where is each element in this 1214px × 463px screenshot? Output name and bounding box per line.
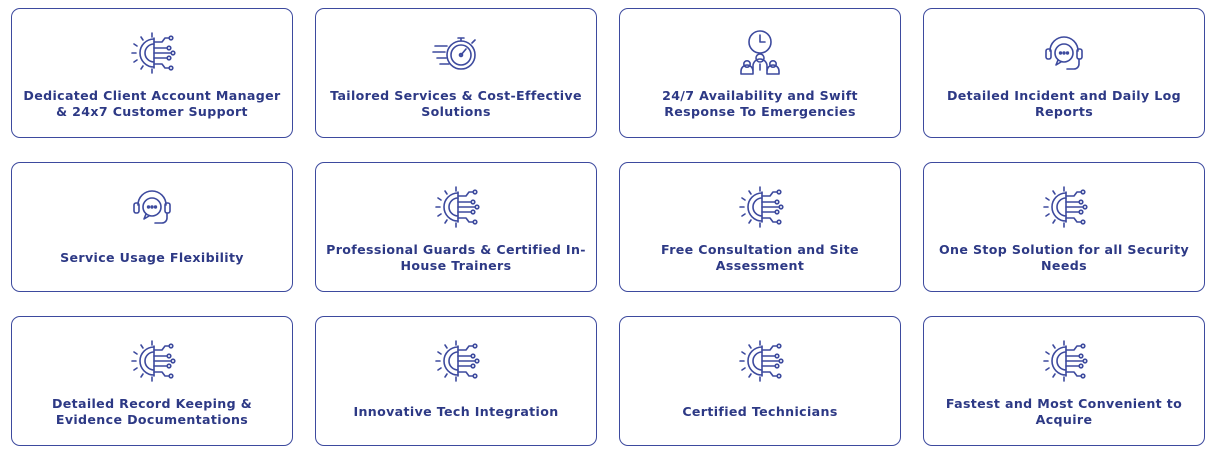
- feature-label: Innovative Tech Integration: [353, 404, 559, 419]
- circuit-gear-icon: [122, 25, 182, 81]
- feature-card[interactable]: Certified Technicians: [619, 316, 901, 446]
- feature-label: Dedicated Client Account Manager & 24x7 …: [23, 88, 281, 119]
- circuit-gear-icon: [1034, 333, 1094, 389]
- feature-card[interactable]: Tailored Services & Cost-Effective Solut…: [315, 8, 597, 138]
- circuit-gear-icon: [730, 333, 790, 389]
- features-grid: Dedicated Client Account Manager & 24x7 …: [0, 0, 1214, 463]
- clock-team-icon: [730, 25, 790, 81]
- circuit-gear-icon: [426, 179, 486, 235]
- feature-card[interactable]: Professional Guards & Certified In-House…: [315, 162, 597, 292]
- feature-card[interactable]: Detailed Record Keeping & Evidence Docum…: [11, 316, 293, 446]
- feature-label: Free Consultation and Site Assessment: [661, 242, 859, 273]
- feature-label: 24/7 Availability and Swift Response To …: [662, 88, 858, 119]
- feature-label: One Stop Solution for all Security Needs: [938, 242, 1190, 273]
- feature-card[interactable]: Free Consultation and Site Assessment: [619, 162, 901, 292]
- feature-label: Service Usage Flexibility: [60, 250, 244, 265]
- feature-label: Professional Guards & Certified In-House…: [326, 242, 586, 273]
- feature-label: Tailored Services & Cost-Effective Solut…: [330, 88, 582, 119]
- feature-card[interactable]: Dedicated Client Account Manager & 24x7 …: [11, 8, 293, 138]
- feature-label: Detailed Record Keeping & Evidence Docum…: [51, 396, 253, 427]
- circuit-gear-icon: [730, 179, 790, 235]
- feature-label: Detailed Incident and Daily Log Reports: [946, 88, 1182, 119]
- feature-card[interactable]: Fastest and Most Convenient to Acquire: [923, 316, 1205, 446]
- feature-card[interactable]: Service Usage Flexibility: [11, 162, 293, 292]
- circuit-gear-icon: [122, 333, 182, 389]
- headset-chat-icon: [122, 179, 182, 235]
- circuit-gear-icon: [1034, 179, 1094, 235]
- feature-card[interactable]: Detailed Incident and Daily Log Reports: [923, 8, 1205, 138]
- headset-chat-icon: [1034, 25, 1094, 81]
- circuit-gear-icon: [426, 333, 486, 389]
- feature-card[interactable]: 24/7 Availability and Swift Response To …: [619, 8, 901, 138]
- feature-card[interactable]: One Stop Solution for all Security Needs: [923, 162, 1205, 292]
- stopwatch-speed-icon: [426, 25, 486, 81]
- feature-label: Fastest and Most Convenient to Acquire: [945, 396, 1183, 427]
- feature-label: Certified Technicians: [682, 404, 838, 419]
- feature-card[interactable]: Innovative Tech Integration: [315, 316, 597, 446]
